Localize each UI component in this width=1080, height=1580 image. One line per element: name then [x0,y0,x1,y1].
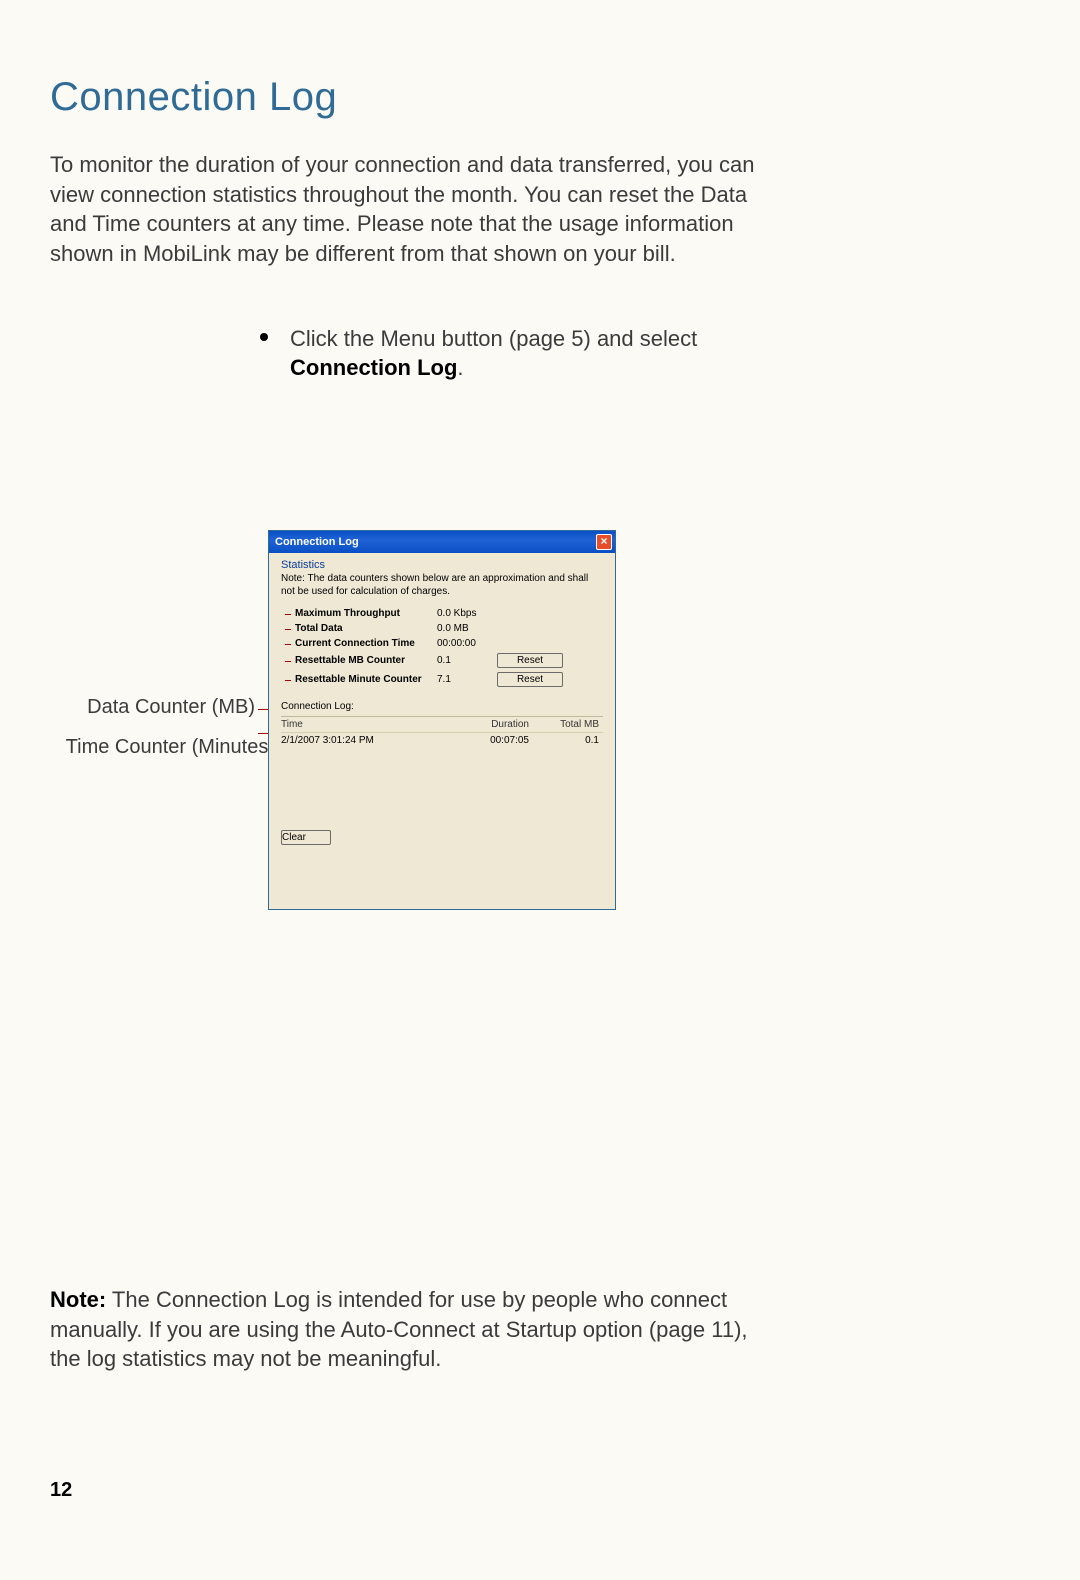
table-header-row: Time Duration Total MB [281,717,603,733]
close-icon[interactable]: × [596,534,612,550]
statistics-grid: Maximum Throughput 0.0 Kbps Total Data 0… [281,608,603,687]
instruction-text: Click the Menu button (page 5) and selec… [290,324,720,383]
col-duration: Duration [463,719,533,730]
reset-mb-button[interactable]: Reset [497,653,563,668]
note-text: The Connection Log is intended for use b… [50,1287,748,1371]
connection-log-dialog: Connection Log × Statistics Note: The da… [268,530,616,910]
statistics-note: Note: The data counters shown below are … [281,573,603,598]
cell-time: 2/1/2007 3:01:24 PM [281,735,463,746]
note-paragraph: Note: The Connection Log is intended for… [50,1285,770,1374]
connection-log-table: Time Duration Total MB 2/1/2007 3:01:24 … [281,716,603,830]
dialog-body: Statistics Note: The data counters shown… [269,553,615,853]
col-total-mb: Total MB [533,719,603,730]
row-max-throughput-value: 0.0 Kbps [437,608,485,619]
statistics-heading: Statistics [281,559,603,571]
clear-button[interactable]: Clear [281,830,331,845]
reset-minutes-button[interactable]: Reset [497,672,563,687]
instruction-suffix: . [457,355,463,380]
page-title: Connection Log [50,75,1030,120]
row-conn-time-label: Current Connection Time [281,638,431,649]
annotation-data-counter: Data Counter (MB) [50,696,255,719]
table-empty-space [281,748,603,830]
dialog-title: Connection Log [275,536,359,548]
bullet-icon [260,333,268,341]
row-total-data-label: Total Data [281,623,431,634]
cell-duration: 00:07:05 [463,735,533,746]
row-total-data-value: 0.0 MB [437,623,485,634]
row-min-counter-value: 7.1 [437,674,485,685]
table-row: 2/1/2007 3:01:24 PM 00:07:05 0.1 [281,733,603,748]
dialog-titlebar: Connection Log × [269,531,615,553]
instruction-bold: Connection Log [290,355,457,380]
page-number: 12 [50,1479,72,1502]
row-mb-counter-value: 0.1 [437,655,485,666]
row-mb-counter-label: Resettable MB Counter [281,655,431,666]
connection-log-label: Connection Log: [281,701,603,712]
instruction-prefix: Click the Menu button (page 5) and selec… [290,326,697,351]
row-min-counter-label: Resettable Minute Counter [281,674,431,685]
annotation-time-counter: Time Counter (Minutes) [50,736,275,759]
intro-paragraph: To monitor the duration of your connecti… [50,150,770,269]
row-conn-time-value: 00:00:00 [437,638,485,649]
instruction-bullet: Click the Menu button (page 5) and selec… [260,324,1030,383]
row-max-throughput-label: Maximum Throughput [281,608,431,619]
col-time: Time [281,719,463,730]
note-label: Note: [50,1287,106,1312]
cell-total-mb: 0.1 [533,735,603,746]
document-page: Connection Log To monitor the duration o… [0,0,1080,1580]
